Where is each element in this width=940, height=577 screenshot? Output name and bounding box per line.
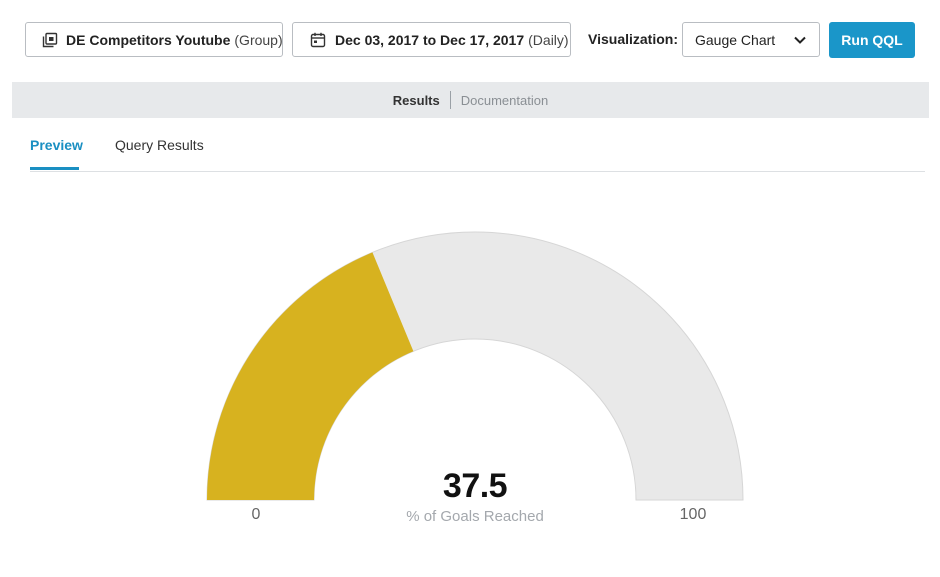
gauge-value: 37.5 [442,467,508,505]
run-qql-button[interactable]: Run QQL [829,22,915,58]
group-copy-icon [42,31,58,49]
toolbar: DE Competitors Youtube (Group) Dec 03, 2… [25,22,915,59]
gauge-track [206,231,744,501]
gauge-fill [207,252,414,500]
tab-active-indicator [30,167,79,170]
visualization-value: Gauge Chart [695,31,776,48]
visualization-select[interactable]: Gauge Chart [682,22,820,57]
tab-query-results[interactable]: Query Results [115,137,204,153]
visualization-label: Visualization: [588,31,678,47]
source-group-button[interactable]: DE Competitors Youtube (Group) [25,22,283,57]
results-separator [449,91,451,109]
gauge-max-label: 100 [679,506,707,523]
gauge-label: % of Goals Reached [406,508,544,525]
source-type: (Group) [234,31,283,48]
results-bar: Results Documentation [12,82,929,118]
chevron-down-icon [793,32,807,48]
gauge-min-label: 0 [251,506,261,523]
date-granularity: (Daily) [528,31,569,48]
calendar-icon [309,31,327,49]
documentation-link[interactable]: Documentation [461,93,548,108]
date-range-button[interactable]: Dec 03, 2017 to Dec 17, 2017 (Daily) [292,22,571,57]
source-name: DE Competitors Youtube [66,31,231,48]
results-link[interactable]: Results [393,93,440,108]
result-tabs: Preview Query Results [30,128,925,172]
tab-preview[interactable]: Preview [30,137,83,153]
date-range-text: Dec 03, 2017 to Dec 17, 2017 [335,31,525,48]
